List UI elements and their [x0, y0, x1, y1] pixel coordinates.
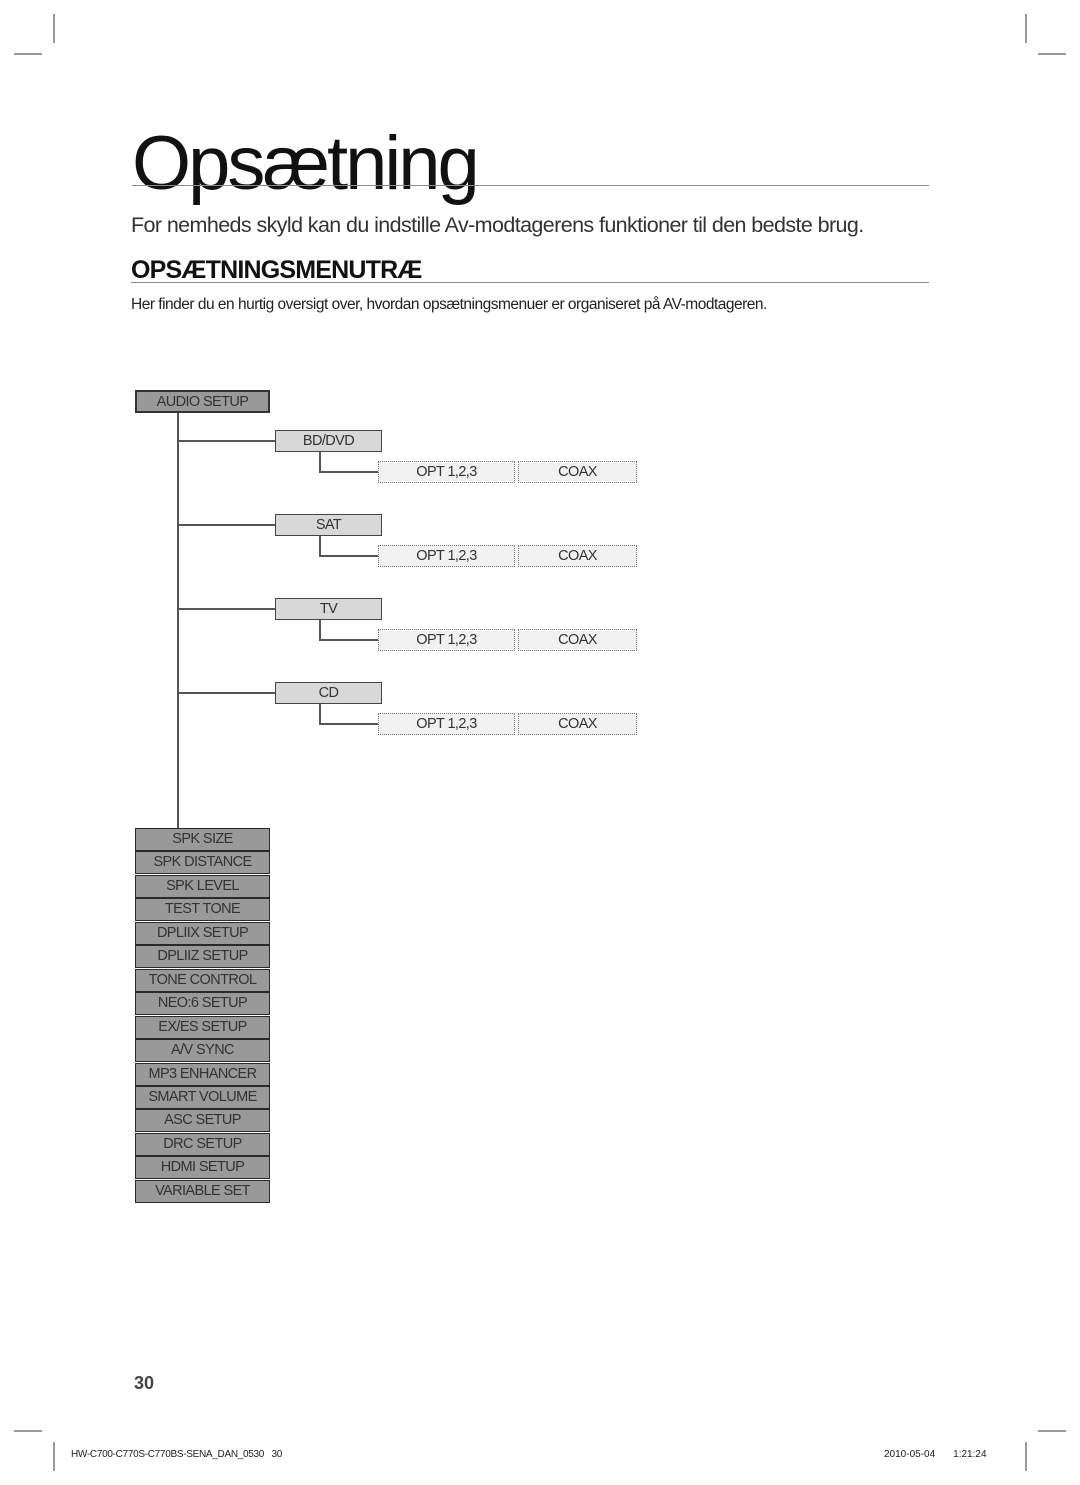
tree-source-sat: SAT	[275, 514, 382, 536]
tree-option-opt: OPT 1,2,3	[378, 629, 515, 651]
tree-option-opt: OPT 1,2,3	[378, 545, 515, 567]
section-divider	[131, 282, 929, 283]
crop-mark	[1025, 1442, 1027, 1471]
tree-menu-item: MP3 ENHANCER	[135, 1062, 270, 1086]
tree-elbow-line	[319, 555, 378, 557]
page-title: Opsætning	[132, 121, 480, 206]
tree-option-coax: COAX	[518, 713, 637, 735]
footer-time: 1:21:24	[953, 1449, 987, 1460]
tree-menu-item: TONE CONTROL	[135, 968, 270, 992]
tree-elbow-line	[319, 704, 321, 723]
tree-menu-item: DPLIIZ SETUP	[135, 945, 270, 969]
tree-option-coax: COAX	[518, 545, 637, 567]
tree-menu-item: SPK SIZE	[135, 828, 270, 851]
tree-option-opt: OPT 1,2,3	[378, 461, 515, 483]
tree-option-coax: COAX	[518, 629, 637, 651]
footer-timestamp: 2010-05-04 1:21:24	[884, 1449, 987, 1460]
crop-mark	[14, 53, 42, 55]
tree-menu-item: VARIABLE SET	[135, 1179, 270, 1203]
tree-elbow-line	[319, 620, 321, 639]
intro-text: For nemheds skyld kan du indstille Av-mo…	[131, 213, 864, 237]
tree-menu-item: NEO:6 SETUP	[135, 992, 270, 1016]
footer-doc-id: HW-C700-C770S-C770BS-SENA_DAN_0530 30	[71, 1449, 283, 1460]
tree-menu-item: SPK DISTANCE	[135, 851, 270, 875]
crop-mark	[14, 1430, 42, 1432]
tree-menu-item: EX/ES SETUP	[135, 1015, 270, 1039]
tree-root-audio-setup: AUDIO SETUP	[135, 390, 270, 413]
tree-menu-item: TEST TONE	[135, 898, 270, 922]
tree-source-bd-dvd: BD/DVD	[275, 430, 382, 452]
tree-trunk-line	[177, 413, 179, 828]
tree-menu-item: SMART VOLUME	[135, 1085, 270, 1109]
tree-menu-item: HDMI SETUP	[135, 1156, 270, 1180]
tree-branch-line	[178, 440, 275, 442]
tree-menu-item: SPK LEVEL	[135, 874, 270, 898]
tree-branch-line	[178, 692, 275, 694]
page-number: 30	[134, 1373, 155, 1393]
tree-branch-line	[178, 524, 275, 526]
tree-source-cd: CD	[275, 682, 382, 704]
tree-branch-line	[178, 608, 275, 610]
tree-source-tv: TV	[275, 598, 382, 620]
crop-mark	[53, 1442, 55, 1471]
section-description: Her finder du en hurtig oversigt over, h…	[131, 296, 767, 313]
tree-elbow-line	[319, 723, 378, 725]
crop-mark	[1038, 53, 1066, 55]
crop-mark	[1025, 14, 1027, 43]
tree-elbow-line	[319, 452, 321, 471]
crop-mark	[53, 14, 55, 43]
tree-elbow-line	[319, 639, 378, 641]
tree-elbow-line	[319, 471, 378, 473]
footer-date: 2010-05-04	[884, 1449, 936, 1460]
crop-mark	[1038, 1430, 1066, 1432]
tree-menu-item: A/V SYNC	[135, 1039, 270, 1063]
tree-menu-item: DRC SETUP	[135, 1132, 270, 1156]
tree-menu-item: DPLIIX SETUP	[135, 921, 270, 945]
tree-option-opt: OPT 1,2,3	[378, 713, 515, 735]
tree-elbow-line	[319, 536, 321, 555]
section-heading: OPSÆTNINGSMENUTRÆ	[131, 256, 422, 284]
tree-menu-item: ASC SETUP	[135, 1109, 270, 1133]
tree-option-coax: COAX	[518, 461, 637, 483]
title-divider	[132, 185, 929, 186]
